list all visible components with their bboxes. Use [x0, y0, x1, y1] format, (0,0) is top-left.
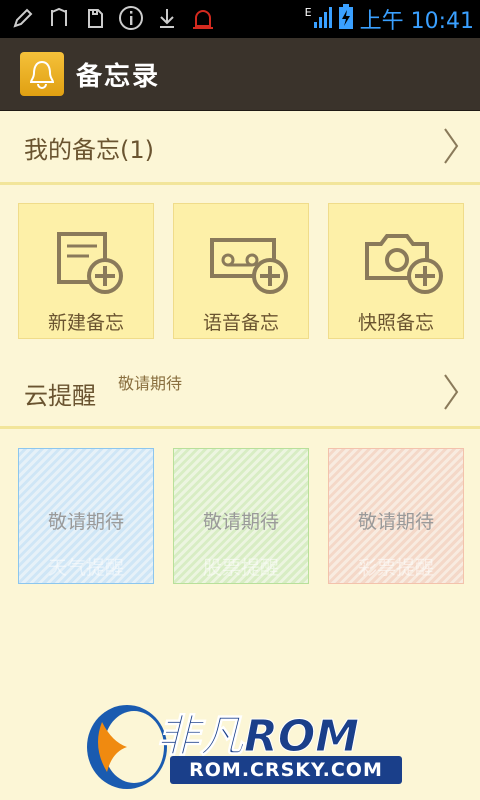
usb-icon [46, 4, 72, 32]
stock-reminder-label: 股票提醒 [202, 557, 279, 579]
status-right: E 上午 10:41 [305, 2, 474, 36]
voice-memo-icon [210, 230, 290, 300]
voice-memo-label: 语音备忘 [202, 312, 279, 334]
watermark-brand: 非凡ROM [155, 711, 360, 763]
lottery-reminder-label: 彩票提醒 [357, 557, 434, 579]
coming-soon-label: 敬请期待 [202, 511, 279, 533]
snapshot-memo-label: 快照备忘 [357, 312, 434, 334]
cloud-reminder-label: 云提醒 [24, 381, 96, 410]
snapshot-memo-button[interactable]: 快照备忘 [328, 203, 464, 339]
coming-soon-badge: 敬请期待 [118, 374, 183, 393]
chevron-right-icon [442, 372, 460, 416]
coming-soon-label: 敬请期待 [357, 511, 434, 533]
weather-reminder-label: 天气提醒 [47, 557, 124, 579]
watermark-site: ROM.CRSKY.COM [170, 756, 402, 784]
coming-soon-label: 敬请期待 [47, 511, 124, 533]
cloud-reminder-row[interactable]: 云提醒 [0, 358, 480, 428]
new-memo-icon [55, 230, 125, 300]
my-memos-row[interactable]: 我的备忘(1) [0, 112, 480, 182]
alarm-light-icon [190, 4, 216, 32]
stock-reminder-tile: 敬请期待 股票提醒 [173, 448, 309, 584]
snapshot-memo-icon [365, 230, 445, 300]
my-memos-label: 我的备忘(1) [24, 135, 154, 164]
status-bar: E 上午 10:41 [0, 0, 480, 38]
page-title: 备忘录 [76, 62, 161, 92]
new-memo-label: 新建备忘 [47, 312, 124, 334]
notification-icons [10, 4, 216, 32]
bell-app-icon [20, 52, 64, 96]
divider [0, 182, 480, 185]
edit-icon [10, 4, 36, 32]
sdcard-icon [82, 4, 108, 32]
clock: 上午 10:41 [359, 9, 474, 34]
divider [0, 426, 480, 429]
new-memo-button[interactable]: 新建备忘 [18, 203, 154, 339]
title-bar: 备忘录 [0, 38, 480, 111]
chevron-right-icon [442, 126, 460, 170]
download-icon [154, 4, 180, 32]
info-icon [118, 4, 144, 32]
voice-memo-button[interactable]: 语音备忘 [173, 203, 309, 339]
signal-icon [313, 6, 332, 32]
network-type-icon: E [304, 6, 312, 19]
battery-icon [338, 4, 354, 34]
weather-reminder-tile: 敬请期待 天气提醒 [18, 448, 154, 584]
lottery-reminder-tile: 敬请期待 彩票提醒 [328, 448, 464, 584]
